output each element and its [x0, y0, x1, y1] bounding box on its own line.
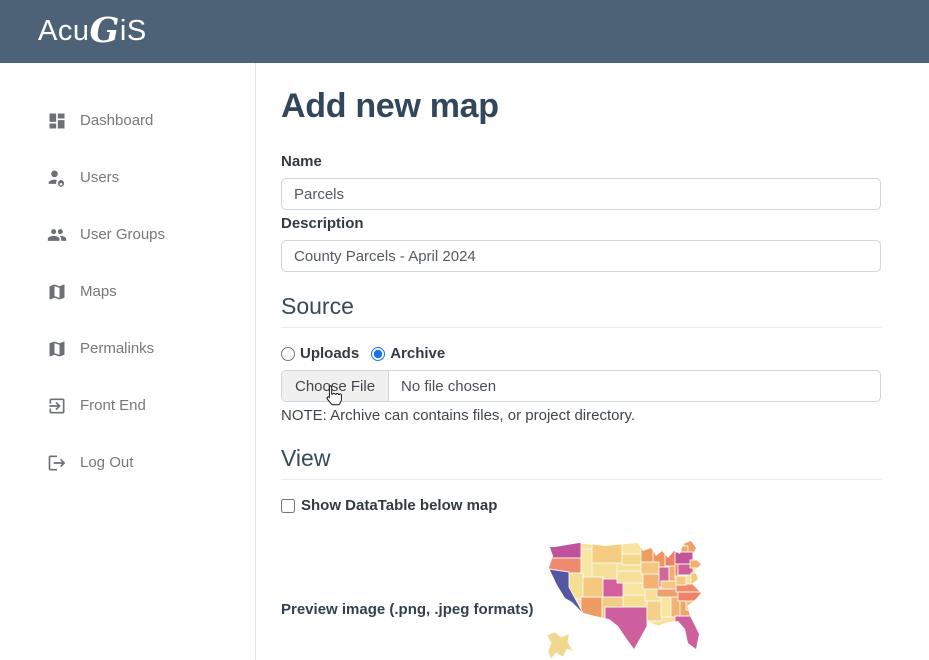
show-datatable-label[interactable]: Show DataTable below map	[301, 497, 497, 514]
preview-image-row: Preview image (.png, .jpeg formats)	[281, 539, 881, 660]
description-input[interactable]	[281, 240, 881, 272]
choose-file-button[interactable]: Choose File	[282, 371, 389, 401]
logo-accent: G	[89, 10, 119, 51]
user-group-icon	[47, 225, 67, 245]
name-input[interactable]	[281, 178, 881, 210]
map-icon	[47, 282, 67, 302]
description-label: Description	[281, 215, 881, 232]
main-content: Add new map Name Description Source Uplo…	[257, 63, 929, 660]
sidebar-item-maps[interactable]: Maps	[0, 263, 255, 320]
us-choropleth-preview-image	[545, 539, 713, 660]
page-title: Add new map	[281, 87, 881, 126]
enter-app-icon	[47, 396, 67, 416]
logo-prefix: Acu	[38, 15, 89, 47]
sidebar-item-label: Front End	[80, 397, 146, 414]
dashboard-icon	[47, 111, 67, 131]
user-gear-icon	[47, 168, 67, 188]
sidebar-item-front-end[interactable]: Front End	[0, 377, 255, 434]
sidebar-item-users[interactable]: Users	[0, 149, 255, 206]
archive-file-input[interactable]: Choose File No file chosen	[281, 370, 881, 402]
file-chosen-status: No file chosen	[389, 378, 496, 395]
sidebar-item-label: User Groups	[80, 226, 165, 243]
sidebar-item-permalinks[interactable]: Permalinks	[0, 320, 255, 377]
app-logo: AcuGiS	[38, 15, 147, 48]
map-icon	[47, 339, 67, 359]
sidebar-item-label: Dashboard	[80, 112, 153, 129]
uploads-radio[interactable]	[281, 347, 295, 361]
preview-image-label: Preview image (.png, .jpeg formats)	[281, 601, 545, 618]
source-type-radios: Uploads Archive	[281, 345, 881, 362]
datatable-checkbox-row: Show DataTable below map	[281, 497, 881, 514]
sidebar-item-user-groups[interactable]: User Groups	[0, 206, 255, 263]
sidebar-item-log-out[interactable]: Log Out	[0, 434, 255, 491]
uploads-radio-label[interactable]: Uploads	[300, 345, 359, 362]
archive-radio-label[interactable]: Archive	[390, 345, 445, 362]
archive-radio[interactable]	[371, 347, 385, 361]
sidebar-item-dashboard[interactable]: Dashboard	[0, 92, 255, 149]
logo-suffix: iS	[120, 15, 147, 47]
sidebar-item-label: Log Out	[80, 454, 133, 471]
sidebar-item-label: Users	[80, 169, 119, 186]
sidebar-nav: Dashboard Users User Groups Maps Permali…	[0, 63, 256, 660]
show-datatable-checkbox[interactable]	[281, 499, 295, 513]
source-section-heading: Source	[281, 293, 881, 328]
logout-icon	[47, 453, 67, 473]
name-label: Name	[281, 153, 881, 170]
archive-note: NOTE: Archive can contains files, or pro…	[281, 407, 881, 424]
app-header: AcuGiS	[0, 0, 929, 63]
alaska-shape	[547, 632, 573, 659]
sidebar-item-label: Maps	[80, 283, 117, 300]
view-section-heading: View	[281, 445, 881, 480]
sidebar-item-label: Permalinks	[80, 340, 154, 357]
